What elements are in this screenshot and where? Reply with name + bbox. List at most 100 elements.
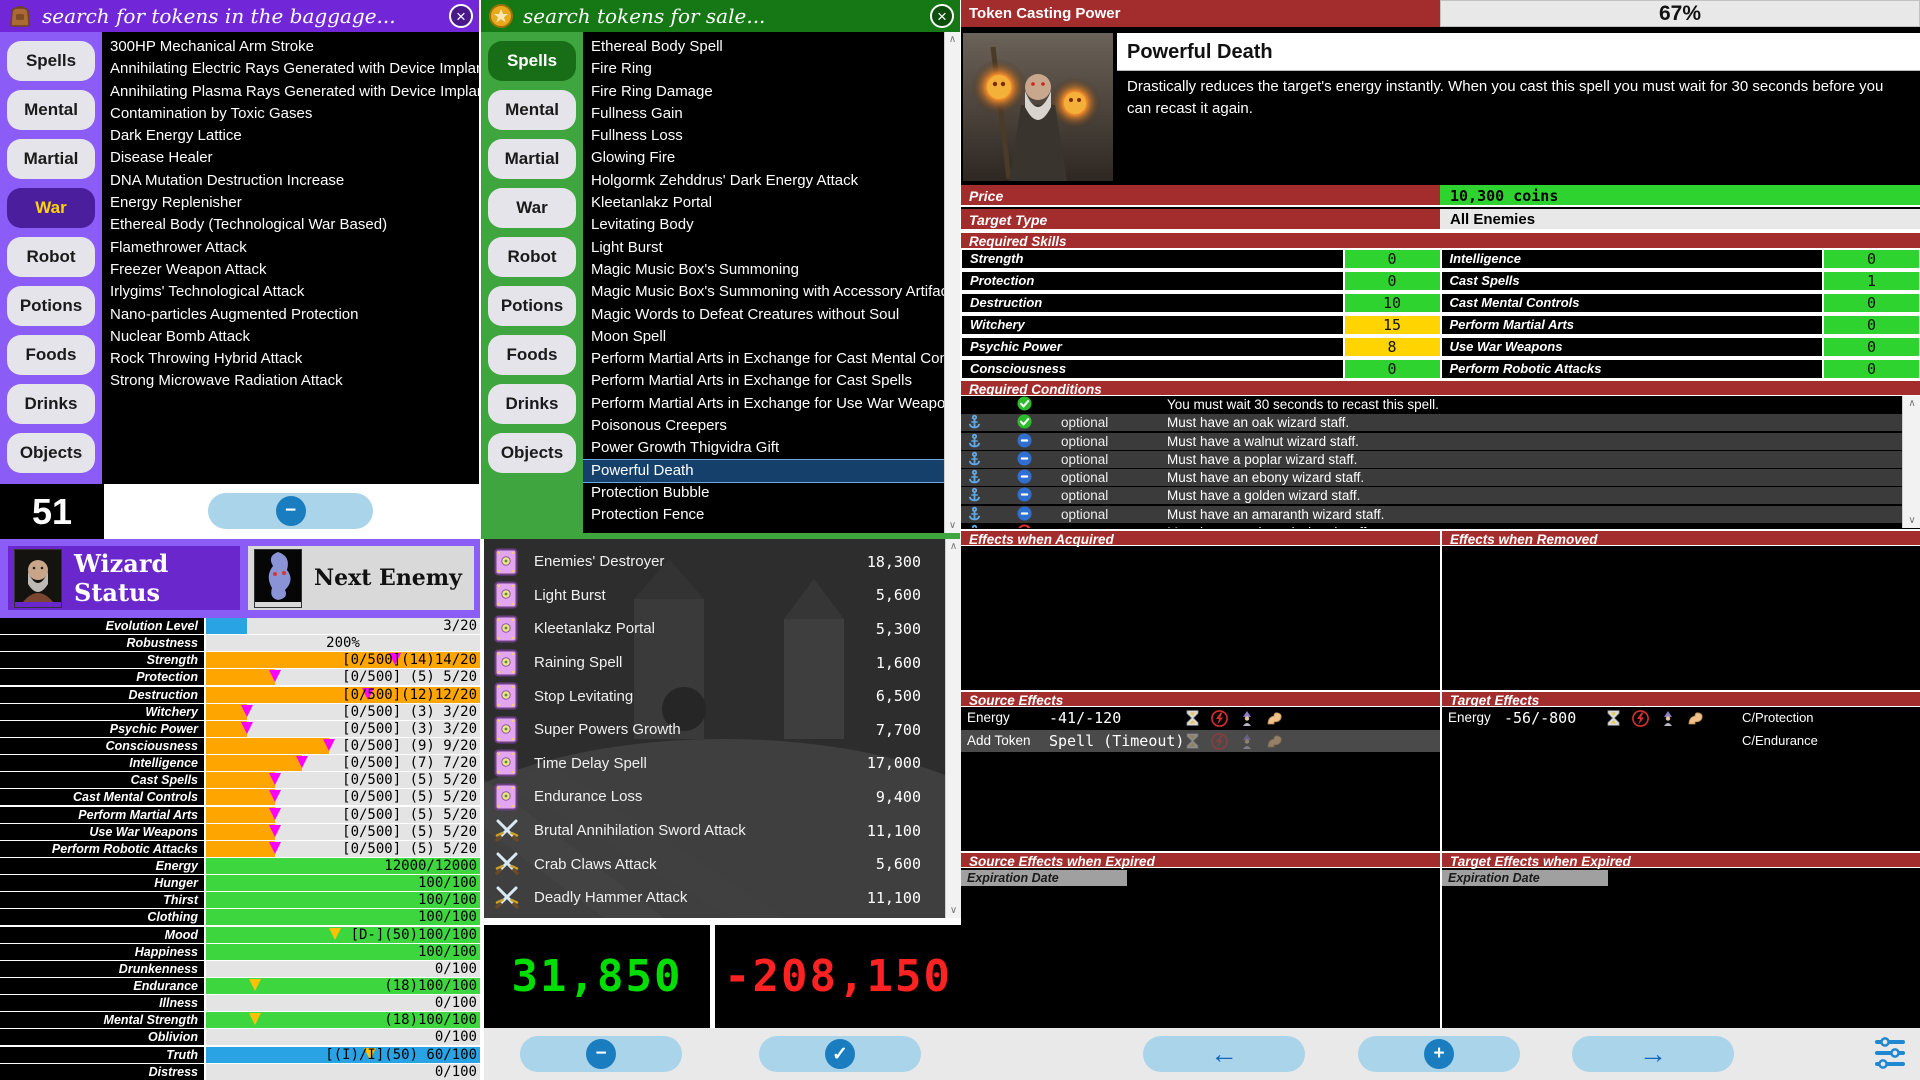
baggage-search-title[interactable]: search for tokens in the baggage... bbox=[42, 4, 396, 28]
category-button-mental[interactable]: Mental bbox=[488, 90, 576, 130]
next-button[interactable]: → bbox=[1572, 1036, 1734, 1072]
stat-value: [0/500] (5) 5/20 bbox=[342, 772, 477, 788]
category-button-foods[interactable]: Foods bbox=[488, 335, 576, 375]
conditions-scrollbar[interactable]: ∧ ∨ bbox=[1902, 396, 1920, 528]
condition-row[interactable]: optionalMust have a poplar wizard staff. bbox=[961, 451, 1920, 468]
sale-list-scrollbar[interactable]: ∧ ∨ bbox=[944, 32, 960, 533]
stat-bar: [0/500] (5) 5/20 bbox=[206, 772, 480, 788]
shop-list-item[interactable]: Kleetanlakz Portal5,300 bbox=[484, 612, 961, 646]
condition-row[interactable]: optionalMust have a golden wizard staff. bbox=[961, 487, 1920, 504]
token-list-item[interactable]: Powerful Death bbox=[583, 460, 944, 482]
token-list-item[interactable]: Fire Ring bbox=[583, 58, 944, 80]
token-list-item[interactable]: Magic Music Box's Summoning bbox=[583, 259, 944, 281]
category-button-war[interactable]: War bbox=[7, 188, 95, 228]
scroll-down-icon[interactable]: ∨ bbox=[1903, 515, 1920, 526]
token-list-item[interactable]: Levitating Body bbox=[583, 214, 944, 236]
category-button-spells[interactable]: Spells bbox=[488, 41, 576, 81]
minus-icon: − bbox=[276, 496, 306, 526]
shop-list-item[interactable]: Time Delay Spell17,000 bbox=[484, 747, 961, 781]
token-list-item[interactable]: Energy Replenisher bbox=[102, 192, 479, 214]
token-list-item[interactable]: Protection Bubble bbox=[583, 482, 944, 504]
close-icon[interactable]: × bbox=[449, 4, 473, 28]
target-effect-row: Energy -56/-800 C/Protection bbox=[1442, 707, 1920, 729]
token-list-item[interactable]: Fullness Loss bbox=[583, 125, 944, 147]
token-list-item[interactable]: Flamethrower Attack bbox=[102, 237, 479, 259]
category-button-robot[interactable]: Robot bbox=[7, 237, 95, 277]
condition-row[interactable]: optionalMust have an oak wizard staff. bbox=[961, 414, 1920, 431]
shop-item-price: 7,700 bbox=[876, 721, 921, 739]
remove-button[interactable]: − bbox=[520, 1036, 682, 1072]
category-button-foods[interactable]: Foods bbox=[7, 335, 95, 375]
add-button[interactable]: + bbox=[1358, 1036, 1520, 1072]
token-list-item[interactable]: Fire Ring Damage bbox=[583, 81, 944, 103]
close-icon[interactable]: × bbox=[930, 4, 954, 28]
category-button-mental[interactable]: Mental bbox=[7, 90, 95, 130]
category-button-robot[interactable]: Robot bbox=[488, 237, 576, 277]
token-list-item[interactable]: Magic Music Box's Summoning with Accesso… bbox=[583, 281, 944, 303]
condition-row[interactable]: You must wait 30 seconds to recast this … bbox=[961, 396, 1920, 413]
category-button-potions[interactable]: Potions bbox=[488, 286, 576, 326]
shop-list-item[interactable]: Brutal Annihilation Sword Attack11,100 bbox=[484, 814, 961, 848]
category-button-drinks[interactable]: Drinks bbox=[488, 384, 576, 424]
shop-list-item[interactable]: Crab Claws Attack5,600 bbox=[484, 847, 961, 881]
token-list-item[interactable]: Ethereal Body (Technological War Based) bbox=[102, 214, 479, 236]
category-button-potions[interactable]: Potions bbox=[7, 286, 95, 326]
category-button-objects[interactable]: Objects bbox=[488, 433, 576, 473]
token-list-item[interactable]: Holgormk Zehddrus' Dark Energy Attack bbox=[583, 170, 944, 192]
condition-row[interactable]: Must have a selected wizard staff. bbox=[961, 524, 1920, 528]
category-button-objects[interactable]: Objects bbox=[7, 433, 95, 473]
token-list-item[interactable]: Irlygims' Technological Attack bbox=[102, 281, 479, 303]
condition-row[interactable]: optionalMust have a walnut wizard staff. bbox=[961, 433, 1920, 450]
token-list-item[interactable]: Perform Martial Arts in Exchange for Use… bbox=[583, 393, 944, 415]
token-list-item[interactable]: Disease Healer bbox=[102, 147, 479, 169]
token-list-item[interactable]: Magic Words to Defeat Creatures without … bbox=[583, 304, 944, 326]
filters-icon[interactable] bbox=[1873, 1034, 1907, 1077]
shop-list-item[interactable]: Light Burst5,600 bbox=[484, 579, 961, 613]
scroll-up-icon[interactable]: ∧ bbox=[1903, 398, 1920, 409]
scroll-down-icon[interactable]: ∨ bbox=[945, 520, 960, 531]
token-list-item[interactable]: Power Growth Thigvidra Gift bbox=[583, 437, 944, 459]
condition-row[interactable]: optionalMust have an amaranth wizard sta… bbox=[961, 506, 1920, 523]
token-list-item[interactable]: Glowing Fire bbox=[583, 147, 944, 169]
shop-list-item[interactable]: Raining Spell1,600 bbox=[484, 646, 961, 680]
token-list-item[interactable]: Perform Martial Arts in Exchange for Cas… bbox=[583, 370, 944, 392]
previous-button[interactable]: ← bbox=[1143, 1036, 1305, 1072]
token-list-item[interactable]: Annihilating Electric Rays Generated wit… bbox=[102, 58, 479, 80]
token-list-item[interactable]: Protection Fence bbox=[583, 504, 944, 526]
confirm-button[interactable]: ✓ bbox=[759, 1036, 921, 1072]
category-button-spells[interactable]: Spells bbox=[7, 41, 95, 81]
token-list-item[interactable]: Contamination by Toxic Gases bbox=[102, 103, 479, 125]
condition-row[interactable]: optionalMust have an ebony wizard staff. bbox=[961, 469, 1920, 486]
token-list-item[interactable]: Annihilating Plasma Rays Generated with … bbox=[102, 81, 479, 103]
token-list-item[interactable]: Nano-particles Augmented Protection bbox=[102, 304, 479, 326]
shop-list-item[interactable]: Deadly Hammer Attack11,100 bbox=[484, 881, 961, 915]
token-list-item[interactable]: 300HP Mechanical Arm Stroke bbox=[102, 36, 479, 58]
token-list-item[interactable]: Fullness Gain bbox=[583, 103, 944, 125]
next-enemy-box[interactable]: Next Enemy bbox=[248, 546, 474, 610]
token-list-item[interactable]: DNA Mutation Destruction Increase bbox=[102, 170, 479, 192]
token-list-item[interactable]: Ethereal Body Spell bbox=[583, 36, 944, 58]
token-list-item[interactable]: Light Burst bbox=[583, 237, 944, 259]
token-list-item[interactable]: Poisonous Creepers bbox=[583, 415, 944, 437]
category-button-martial[interactable]: Martial bbox=[488, 139, 576, 179]
shop-list-item[interactable]: Stop Levitating6,500 bbox=[484, 679, 961, 713]
token-list-item[interactable]: Freezer Weapon Attack bbox=[102, 259, 479, 281]
token-list-item[interactable]: Perform Martial Arts in Exchange for Cas… bbox=[583, 348, 944, 370]
token-list-item[interactable]: Nuclear Bomb Attack bbox=[102, 326, 479, 348]
wizard-status-box[interactable]: Wizard Status bbox=[8, 546, 240, 610]
hourglass-icon bbox=[1186, 709, 1199, 732]
category-button-drinks[interactable]: Drinks bbox=[7, 384, 95, 424]
token-list-item[interactable]: Strong Microwave Radiation Attack bbox=[102, 370, 479, 392]
category-button-war[interactable]: War bbox=[488, 188, 576, 228]
shop-list-item[interactable]: Enemies' Destroyer18,300 bbox=[484, 545, 961, 579]
token-list-item[interactable]: Rock Throwing Hybrid Attack bbox=[102, 348, 479, 370]
shop-list-item[interactable]: Endurance Loss9,400 bbox=[484, 780, 961, 814]
token-list-item[interactable]: Kleetanlakz Portal bbox=[583, 192, 944, 214]
token-list-item[interactable]: Dark Energy Lattice bbox=[102, 125, 479, 147]
baggage-remove-button[interactable]: − bbox=[208, 493, 373, 529]
scroll-up-icon[interactable]: ∧ bbox=[945, 34, 960, 45]
shop-list-item[interactable]: Super Powers Growth7,700 bbox=[484, 713, 961, 747]
category-button-martial[interactable]: Martial bbox=[7, 139, 95, 179]
token-list-item[interactable]: Moon Spell bbox=[583, 326, 944, 348]
sale-search-title[interactable]: search tokens for sale... bbox=[523, 4, 765, 28]
